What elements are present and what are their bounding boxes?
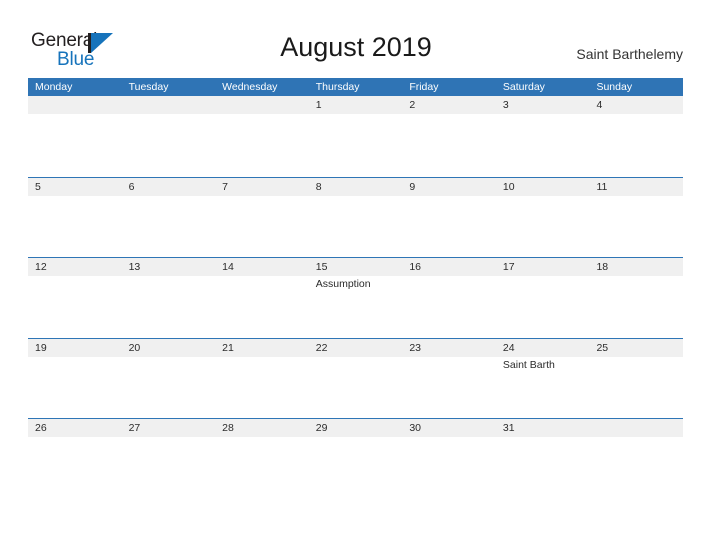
day-number[interactable]: 22 (309, 339, 403, 357)
day-number[interactable]: 11 (589, 178, 683, 196)
page-header: General Blue August 2019 Saint Barthelem… (0, 0, 712, 78)
week-date-band: 5 6 7 8 9 10 11 (28, 178, 683, 196)
week-event-band (28, 437, 683, 500)
day-event[interactable] (402, 276, 496, 338)
day-event[interactable] (402, 196, 496, 258)
day-number[interactable]: 1 (309, 96, 403, 114)
day-event[interactable]: Assumption (309, 276, 403, 338)
day-number[interactable]: 7 (215, 178, 309, 196)
day-number[interactable]: 17 (496, 258, 590, 276)
weekday-header-monday: Monday (35, 81, 73, 93)
day-number[interactable]: 3 (496, 96, 590, 114)
day-event[interactable] (402, 437, 496, 499)
day-number[interactable]: 26 (28, 419, 122, 437)
week-date-band: 12 13 14 15 16 17 18 (28, 258, 683, 277)
day-number[interactable]: 2 (402, 96, 496, 114)
day-event[interactable]: Saint Barth (496, 357, 590, 419)
day-event[interactable] (589, 114, 683, 176)
day-event[interactable] (496, 196, 590, 258)
weekday-header-row: Monday Tuesday Wednesday Thursday Friday… (28, 78, 683, 96)
day-event[interactable] (496, 437, 590, 499)
week-event-band (28, 114, 683, 176)
weekday-header-sunday: Sunday (596, 81, 633, 93)
week-row: 12 13 14 15 16 17 18 Assumption (28, 257, 683, 339)
day-event[interactable] (402, 114, 496, 176)
day-number[interactable]: 15 (309, 258, 403, 276)
day-event[interactable] (215, 114, 309, 176)
day-number[interactable] (589, 419, 683, 437)
day-number[interactable]: 20 (122, 339, 216, 357)
day-number[interactable]: 6 (122, 178, 216, 196)
week-row: 26 27 28 29 30 31 (28, 418, 683, 500)
day-number[interactable]: 19 (28, 339, 122, 357)
week-event-band: Assumption (28, 276, 683, 339)
day-event[interactable] (215, 276, 309, 338)
day-event[interactable] (122, 357, 216, 419)
day-number[interactable]: 5 (28, 178, 122, 196)
calendar-grid: Monday Tuesday Wednesday Thursday Friday… (28, 78, 683, 500)
day-event[interactable] (122, 437, 216, 499)
day-number[interactable]: 28 (215, 419, 309, 437)
week-row: 19 20 21 22 23 24 25 Saint Barth (28, 337, 683, 419)
week-row: 5 6 7 8 9 10 11 (28, 177, 683, 258)
day-number[interactable]: 29 (309, 419, 403, 437)
day-event[interactable] (122, 196, 216, 258)
day-number[interactable]: 27 (122, 419, 216, 437)
day-number[interactable] (215, 96, 309, 114)
weekday-header-friday: Friday (409, 81, 439, 93)
weekday-header-wednesday: Wednesday (222, 81, 278, 93)
day-number[interactable]: 14 (215, 258, 309, 276)
weekday-header-saturday: Saturday (502, 81, 545, 93)
week-event-band (28, 196, 683, 258)
day-number[interactable]: 30 (402, 419, 496, 437)
day-event[interactable] (28, 357, 122, 419)
day-number[interactable] (28, 96, 122, 114)
week-date-band: 26 27 28 29 30 31 (28, 419, 683, 438)
day-number[interactable]: 8 (309, 178, 403, 196)
day-number[interactable]: 18 (589, 258, 683, 276)
week-event-band: Saint Barth (28, 356, 683, 419)
day-number[interactable]: 31 (496, 419, 590, 437)
day-event[interactable] (589, 276, 683, 338)
region-label: Saint Barthelemy (576, 46, 683, 62)
week-date-band: 19 20 21 22 23 24 25 (28, 338, 683, 357)
day-event[interactable] (215, 437, 309, 499)
day-event[interactable] (215, 357, 309, 419)
day-number[interactable]: 16 (402, 258, 496, 276)
day-number[interactable]: 13 (122, 258, 216, 276)
day-event[interactable] (28, 196, 122, 258)
day-number[interactable]: 9 (402, 178, 496, 196)
day-number[interactable]: 24 (496, 339, 590, 357)
day-number[interactable]: 12 (28, 258, 122, 276)
day-event[interactable] (122, 114, 216, 176)
day-event[interactable] (496, 276, 590, 338)
day-event[interactable] (589, 437, 683, 499)
day-number[interactable]: 10 (496, 178, 590, 196)
day-number[interactable]: 21 (215, 339, 309, 357)
day-number[interactable]: 25 (589, 339, 683, 357)
day-event[interactable] (589, 196, 683, 258)
day-event[interactable] (309, 196, 403, 258)
week-row: 1 2 3 4 (28, 96, 683, 177)
day-number[interactable] (122, 96, 216, 114)
day-event[interactable] (589, 357, 683, 419)
day-event[interactable] (28, 114, 122, 176)
week-date-band: 1 2 3 4 (28, 96, 683, 114)
day-event[interactable] (122, 276, 216, 338)
day-event[interactable] (402, 357, 496, 419)
day-event[interactable] (215, 196, 309, 258)
day-event[interactable] (309, 357, 403, 419)
day-event[interactable] (28, 276, 122, 338)
day-event[interactable] (309, 437, 403, 499)
weekday-header-tuesday: Tuesday (128, 81, 169, 93)
weekday-header-thursday: Thursday (315, 81, 360, 93)
day-number[interactable]: 4 (589, 96, 683, 114)
day-event[interactable] (28, 437, 122, 499)
day-number[interactable]: 23 (402, 339, 496, 357)
day-event[interactable] (309, 114, 403, 176)
day-event[interactable] (496, 114, 590, 176)
